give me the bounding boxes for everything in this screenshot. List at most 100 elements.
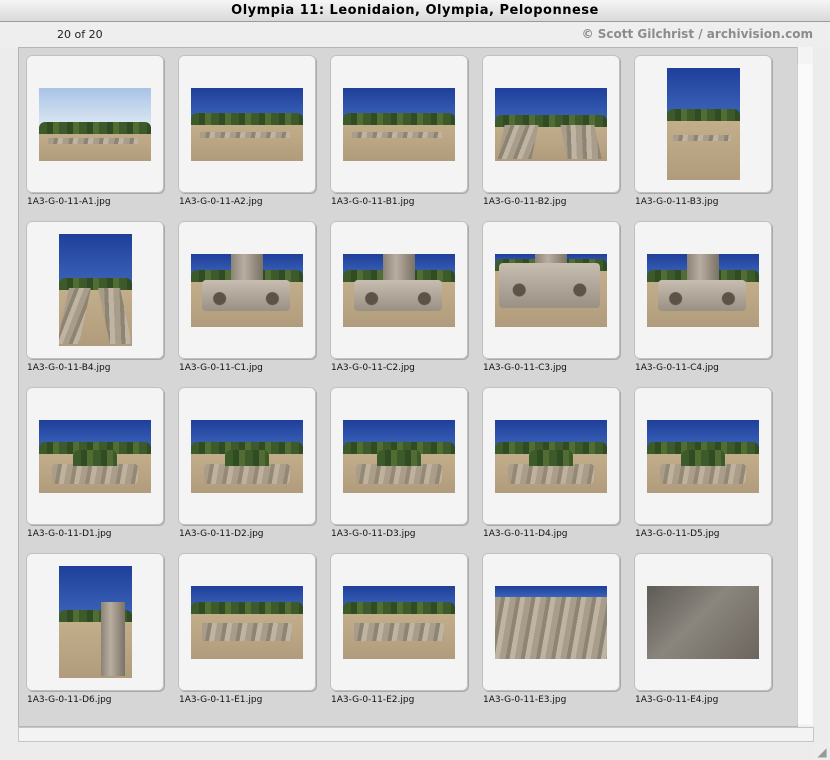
slide-filename: 1A3-G-0-11-E2.jpg: [331, 695, 415, 705]
scene-ground: [647, 586, 759, 659]
slide-mount[interactable]: [634, 553, 772, 691]
resize-grip-icon: ◢: [817, 745, 827, 759]
slide-mount[interactable]: [178, 387, 316, 525]
slide-mount[interactable]: [482, 221, 620, 359]
scene-stones: [351, 132, 442, 138]
scene-ground: [191, 119, 303, 161]
slide-filename: 1A3-G-0-11-C3.jpg: [483, 363, 567, 373]
slide-cell[interactable]: 1A3-G-0-11-C4.jpg: [627, 214, 779, 380]
slide-cell[interactable]: 1A3-G-0-11-E2.jpg: [323, 546, 475, 712]
slide-mount[interactable]: [482, 553, 620, 691]
slide-thumbnail[interactable]: [39, 88, 151, 161]
slide-mount[interactable]: [634, 387, 772, 525]
slide-cell[interactable]: 1A3-G-0-11-D3.jpg: [323, 380, 475, 546]
slide-cell[interactable]: 1A3-G-0-11-B1.jpg: [323, 48, 475, 214]
slide-filename: 1A3-G-0-11-E4.jpg: [635, 695, 719, 705]
slide-cell[interactable]: 1A3-G-0-11-D6.jpg: [19, 546, 171, 712]
scene-stones: [199, 132, 290, 138]
scene-stones: [52, 464, 138, 484]
scene-trees: [343, 113, 455, 125]
slide-cell[interactable]: 1A3-G-0-11-D5.jpg: [627, 380, 779, 546]
slide-thumbnail[interactable]: [647, 420, 759, 493]
slide-cell[interactable]: 1A3-G-0-11-C2.jpg: [323, 214, 475, 380]
scene-trees: [343, 602, 455, 614]
scene-column: [231, 254, 263, 283]
slide-mount[interactable]: [26, 55, 164, 193]
slide-mount[interactable]: [178, 221, 316, 359]
slide-thumbnail[interactable]: [495, 88, 607, 161]
slide-filename: 1A3-G-0-11-D1.jpg: [27, 529, 112, 539]
scene-capital: [354, 280, 442, 311]
slide-thumbnail[interactable]: [667, 68, 740, 180]
slide-thumbnail[interactable]: [59, 234, 132, 346]
scene-ground: [343, 119, 455, 161]
scene-capital: [202, 280, 290, 311]
scene-sky: [667, 68, 740, 115]
slide-cell[interactable]: 1A3-G-0-11-C3.jpg: [475, 214, 627, 380]
slide-cell[interactable]: 1A3-G-0-11-B4.jpg: [19, 214, 171, 380]
slide-thumbnail[interactable]: [343, 586, 455, 659]
slide-thumbnail[interactable]: [191, 420, 303, 493]
scene-trees: [191, 602, 303, 614]
slide-thumbnail[interactable]: [191, 254, 303, 327]
scene-stones: [202, 623, 292, 641]
slide-filename: 1A3-G-0-11-A1.jpg: [27, 197, 111, 207]
copyright-notice: © Scott Gilchrist / archivision.com: [581, 27, 813, 41]
slide-filename: 1A3-G-0-11-D5.jpg: [635, 529, 720, 539]
slide-mount[interactable]: [26, 387, 164, 525]
slide-mount[interactable]: [482, 55, 620, 193]
slide-thumbnail[interactable]: [59, 566, 132, 678]
slide-filename: 1A3-G-0-11-D3.jpg: [331, 529, 416, 539]
slide-filename: 1A3-G-0-11-B4.jpg: [27, 363, 111, 373]
slide-filename: 1A3-G-0-11-A2.jpg: [179, 197, 263, 207]
slide-thumbnail[interactable]: [191, 88, 303, 161]
slide-cell[interactable]: 1A3-G-0-11-D4.jpg: [475, 380, 627, 546]
slide-filename: 1A3-G-0-11-B1.jpg: [331, 197, 415, 207]
scene-capital: [658, 280, 746, 311]
slide-cell[interactable]: 1A3-G-0-11-E1.jpg: [171, 546, 323, 712]
slide-mount[interactable]: [330, 55, 468, 193]
slide-thumbnail[interactable]: [495, 254, 607, 327]
slide-thumbnail[interactable]: [647, 254, 759, 327]
slide-cell[interactable]: 1A3-G-0-11-E3.jpg: [475, 546, 627, 712]
slide-cell[interactable]: 1A3-G-0-11-D2.jpg: [171, 380, 323, 546]
slide-mount[interactable]: [634, 55, 772, 193]
slide-mount[interactable]: [26, 553, 164, 691]
slide-mount[interactable]: [330, 387, 468, 525]
slide-thumbnail[interactable]: [647, 586, 759, 659]
resize-handle[interactable]: ◢: [814, 744, 830, 760]
slide-thumbnail[interactable]: [343, 420, 455, 493]
slide-thumbnail[interactable]: [191, 586, 303, 659]
slide-mount[interactable]: [330, 553, 468, 691]
vertical-scrollbar-thumb[interactable]: [797, 64, 812, 724]
scene-column: [687, 254, 719, 283]
slide-thumbnail[interactable]: [343, 88, 455, 161]
slide-mount[interactable]: [178, 55, 316, 193]
scene-stones: [660, 464, 746, 484]
slide-cell[interactable]: 1A3-G-0-11-B3.jpg: [627, 48, 779, 214]
slide-cell[interactable]: 1A3-G-0-11-C1.jpg: [171, 214, 323, 380]
slide-mount[interactable]: [330, 221, 468, 359]
slide-filename: 1A3-G-0-11-E1.jpg: [179, 695, 263, 705]
slide-thumbnail[interactable]: [495, 420, 607, 493]
slide-cell[interactable]: 1A3-G-0-11-A2.jpg: [171, 48, 323, 214]
scene-trees: [72, 450, 118, 466]
slide-cell[interactable]: 1A3-G-0-11-B2.jpg: [475, 48, 627, 214]
slide-mount[interactable]: [634, 221, 772, 359]
slide-cell[interactable]: 1A3-G-0-11-E4.jpg: [627, 546, 779, 712]
slide-mount[interactable]: [482, 387, 620, 525]
horizontal-scrollbar[interactable]: [18, 727, 814, 742]
slide-mount[interactable]: [26, 221, 164, 359]
slide-thumbnail[interactable]: [495, 586, 607, 659]
slide-mount[interactable]: [178, 553, 316, 691]
slide-cell[interactable]: 1A3-G-0-11-D1.jpg: [19, 380, 171, 546]
slide-filename: 1A3-G-0-11-E3.jpg: [483, 695, 567, 705]
slide-thumbnail[interactable]: [343, 254, 455, 327]
slide-filename: 1A3-G-0-11-D4.jpg: [483, 529, 568, 539]
slide-filename: 1A3-G-0-11-D6.jpg: [27, 695, 112, 705]
slide-cell[interactable]: 1A3-G-0-11-A1.jpg: [19, 48, 171, 214]
scene-trees: [224, 450, 270, 466]
scene-ground: [667, 115, 740, 180]
item-count: 20 of 20: [57, 28, 103, 41]
slide-thumbnail[interactable]: [39, 420, 151, 493]
